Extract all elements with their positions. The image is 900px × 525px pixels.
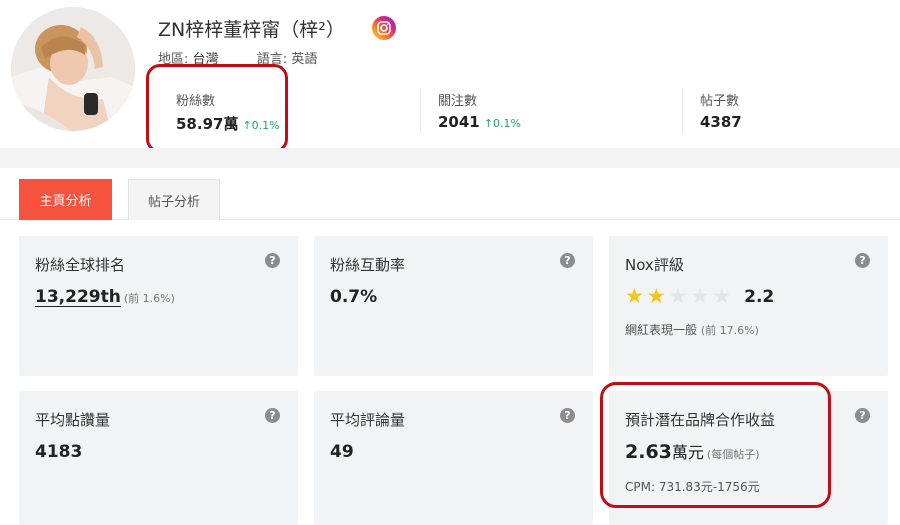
analysis-tabs: 主頁分析 帖子分析 bbox=[0, 168, 900, 220]
help-icon[interactable]: ? bbox=[265, 253, 280, 268]
rating-percentile: (前 17.6%) bbox=[700, 324, 759, 337]
card-title: 平均評論量 bbox=[330, 411, 406, 429]
arrow-up-icon: ↑ bbox=[483, 117, 493, 130]
stat-label: 帖子數 bbox=[700, 94, 740, 109]
stat-label: 關注數 bbox=[438, 94, 478, 109]
card-nox-rating: Nox評級 ? ★ ★ ★ ★ ★ 2.2 網紅表現一般 (前 17.6%) bbox=[609, 236, 888, 376]
rating-note: 網紅表現一般 bbox=[625, 323, 698, 337]
help-icon[interactable]: ? bbox=[560, 408, 575, 423]
card-engagement-rate: 粉絲互動率 ? 0.7% bbox=[314, 236, 593, 376]
language-value: 英語 bbox=[291, 52, 318, 67]
avg-likes-value: 4183 bbox=[35, 442, 83, 462]
stat-change-up: ↑0.1% bbox=[484, 117, 521, 130]
profile-header: ZN梓梓董梓甯（梓²） 地區: 台灣 語言: 英語 粉絲數 58.97萬 ↑0.1… bbox=[0, 0, 900, 153]
divider bbox=[682, 88, 683, 132]
profile-name: ZN梓梓董梓甯（梓²） bbox=[158, 19, 345, 41]
help-icon[interactable]: ? bbox=[855, 253, 870, 268]
card-global-rank: 粉絲全球排名 ? 13,229th (前 1.6%) bbox=[19, 236, 298, 376]
help-icon[interactable]: ? bbox=[560, 253, 575, 268]
rating-value: 2.2 bbox=[744, 286, 775, 307]
global-rank-value[interactable]: 13,229th bbox=[35, 287, 121, 307]
card-avg-comments: 平均評論量 ? 49 bbox=[314, 391, 593, 525]
stat-value: 2041 bbox=[438, 113, 480, 131]
tab-profile-analysis[interactable]: 主頁分析 bbox=[19, 179, 112, 220]
card-title: 平均點讚量 bbox=[35, 411, 111, 429]
star-icon: ★ bbox=[646, 284, 666, 308]
card-title: 粉絲全球排名 bbox=[35, 256, 126, 274]
tab-post-analysis[interactable]: 帖子分析 bbox=[128, 179, 220, 220]
stat-value: 4387 bbox=[700, 113, 742, 131]
card-title: 粉絲互動率 bbox=[330, 256, 406, 274]
star-icon: ★ bbox=[690, 284, 710, 308]
section-divider bbox=[0, 148, 900, 168]
instagram-icon[interactable] bbox=[372, 16, 396, 40]
star-icon: ★ bbox=[668, 284, 688, 308]
avg-comments-value: 49 bbox=[330, 442, 354, 462]
star-icon: ★ bbox=[625, 284, 644, 308]
rating-stars: ★ ★ ★ ★ ★ 2.2 bbox=[625, 286, 774, 307]
divider bbox=[420, 88, 421, 132]
stat-posts: 帖子數 4387 bbox=[700, 90, 742, 131]
help-icon[interactable]: ? bbox=[265, 408, 280, 423]
stat-following: 關注數 2041 ↑0.1% bbox=[438, 90, 521, 131]
global-rank-percentile: (前 1.6%) bbox=[123, 292, 175, 305]
help-icon[interactable]: ? bbox=[855, 408, 870, 423]
card-title: Nox評級 bbox=[625, 256, 684, 274]
engagement-rate-value: 0.7% bbox=[330, 287, 378, 307]
avatar-photo bbox=[11, 7, 135, 131]
star-icon: ★ bbox=[712, 284, 732, 308]
highlight-box-earnings bbox=[600, 382, 831, 508]
avatar[interactable] bbox=[11, 7, 135, 131]
stat-change-value: 0.1% bbox=[492, 117, 521, 130]
highlight-box-followers bbox=[146, 64, 288, 153]
card-avg-likes: 平均點讚量 ? 4183 bbox=[19, 391, 298, 525]
